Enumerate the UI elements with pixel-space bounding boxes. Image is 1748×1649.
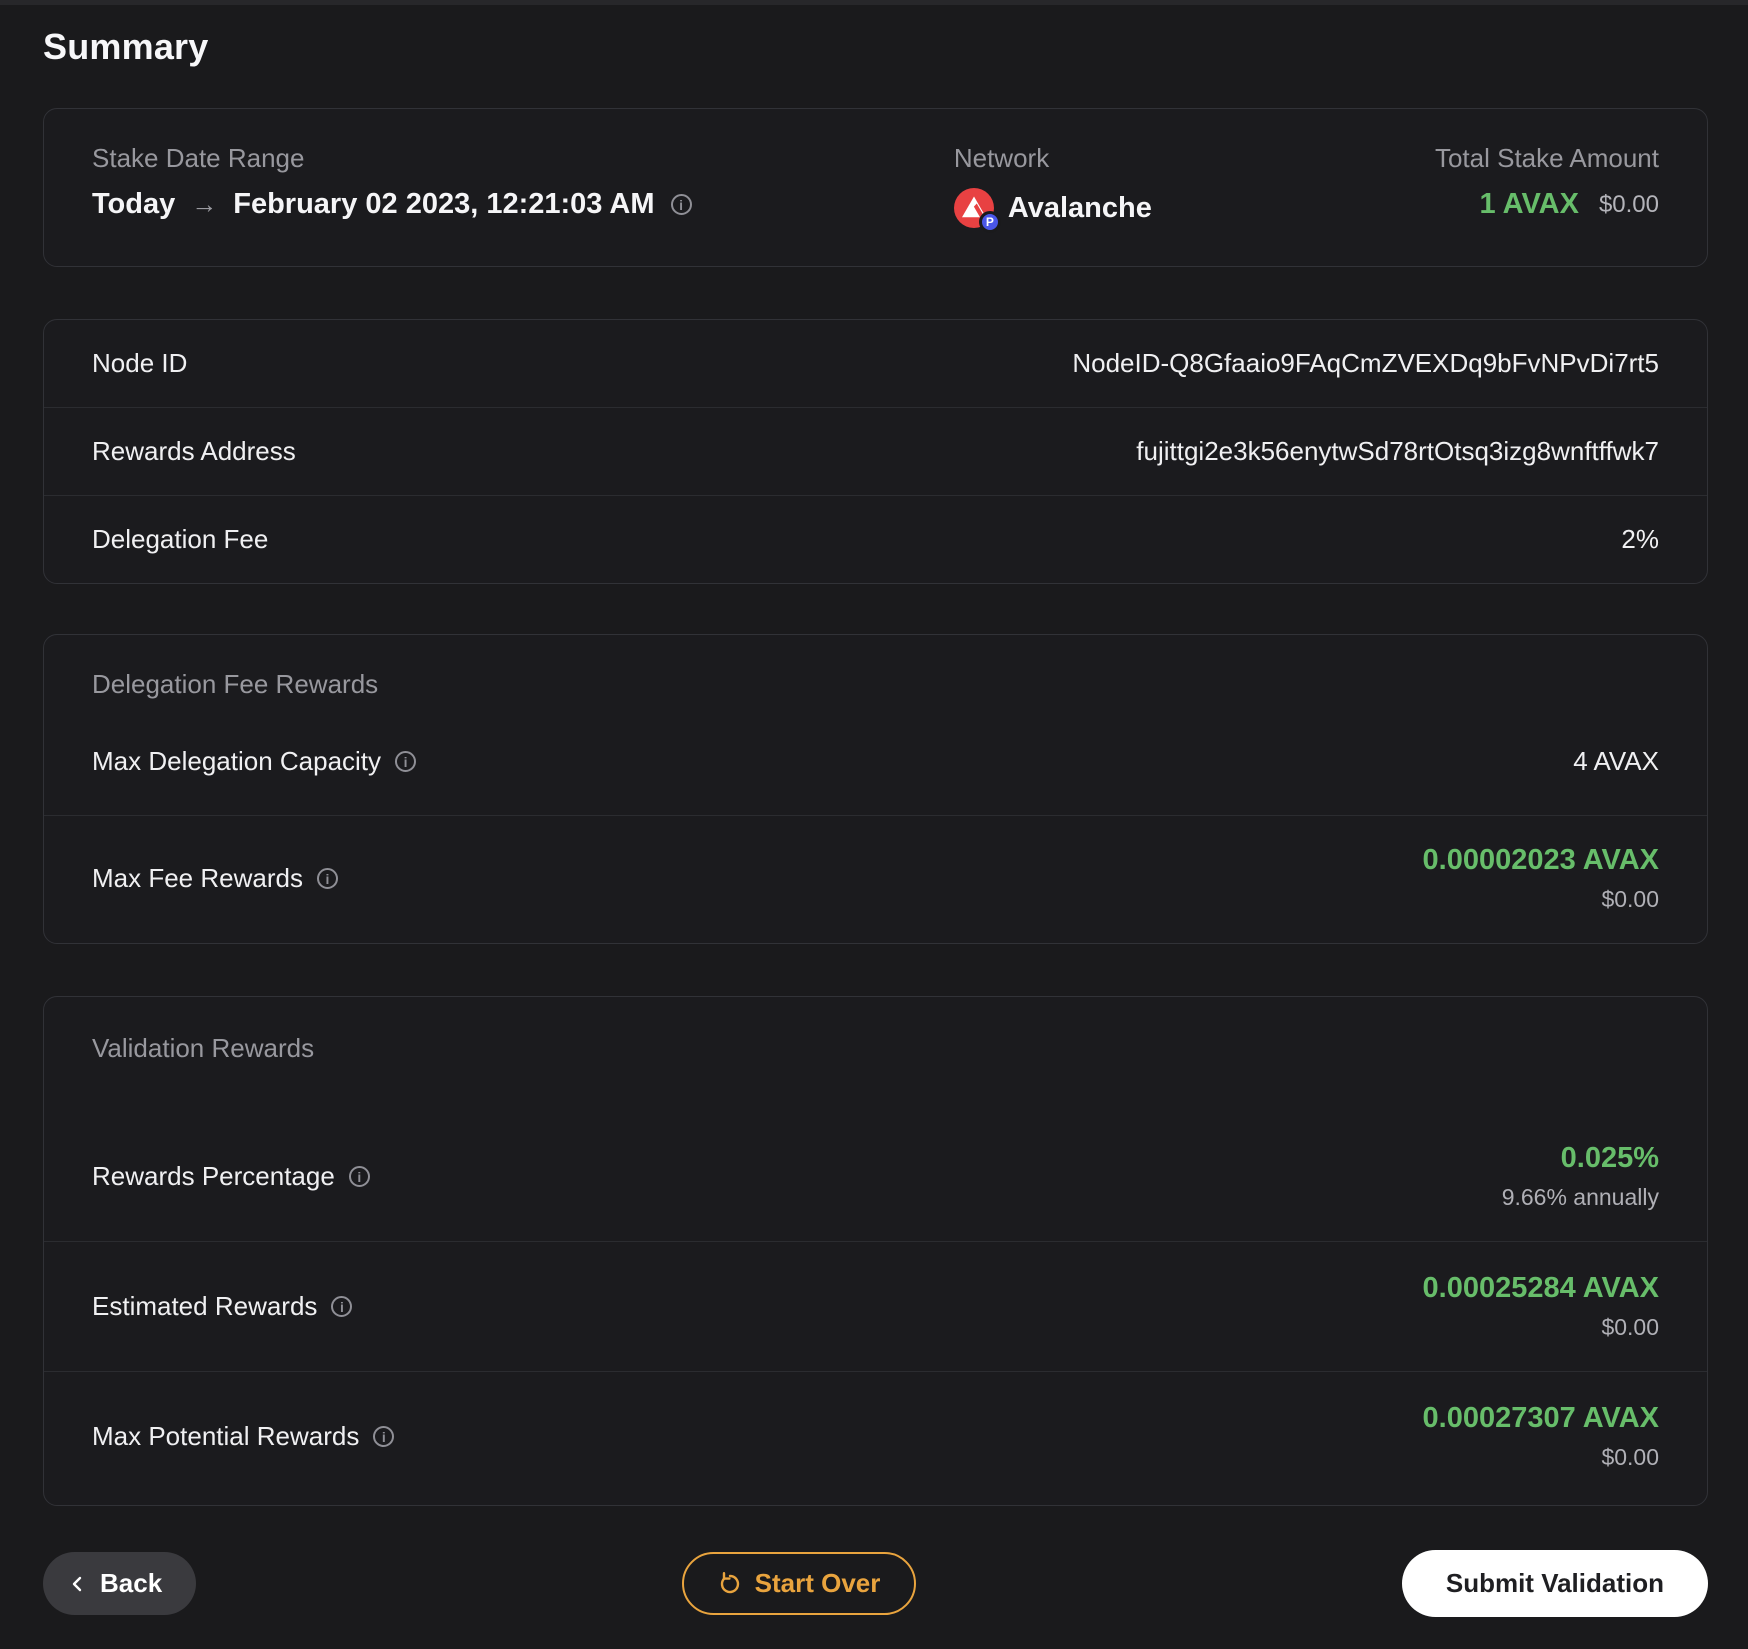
rewards-percentage-value-stack: 0.025% 9.66% annually — [1502, 1142, 1659, 1211]
info-icon[interactable]: i — [316, 868, 338, 889]
avalanche-icon: P — [953, 188, 1001, 233]
stake-date-from: Today — [92, 188, 176, 220]
page-title: Summary — [43, 26, 209, 67]
max-delegation-capacity-text: Max Delegation Capacity — [92, 746, 382, 776]
delegation-fee-rewards-card: Delegation Fee Rewards Max Delegation Ca… — [43, 634, 1708, 944]
max-potential-rewards-label: Max Potential Rewards i — [92, 1421, 395, 1452]
network: Network P Avalanche — [953, 143, 1435, 233]
node-id-row: Node ID NodeID-Q8Gfaaio9FAqCmZVEXDq9bFvN… — [44, 320, 1707, 407]
delegation-fee-label: Delegation Fee — [92, 524, 269, 554]
total-stake-usd: $0.00 — [1598, 190, 1659, 218]
info-icon[interactable]: i — [348, 1166, 370, 1187]
info-icon[interactable]: i — [395, 751, 417, 772]
node-id-value: NodeID-Q8Gfaaio9FAqCmZVEXDq9bFvNPvDi7rt5 — [1072, 348, 1659, 378]
estimated-rewards-value: 0.00025284 AVAX — [1422, 1272, 1659, 1304]
rewards-address-label: Rewards Address — [92, 436, 296, 466]
estimated-rewards-label: Estimated Rewards i — [92, 1291, 353, 1322]
top-edge-divider — [0, 0, 1748, 5]
max-fee-rewards-value-stack: 0.00002023 AVAX $0.00 — [1423, 844, 1659, 913]
arrow-right-icon: → — [191, 189, 218, 219]
max-delegation-capacity-label: Max Delegation Capacity i — [92, 746, 417, 777]
validation-rewards-card: Validation Rewards Rewards Percentage i … — [43, 996, 1708, 1506]
footer-actions: Back Start Over Submit Validation — [43, 1550, 1708, 1617]
max-potential-rewards-value: 0.00027307 AVAX — [1422, 1402, 1659, 1434]
estimated-rewards-text: Estimated Rewards — [92, 1291, 318, 1321]
estimated-rewards-row: Estimated Rewards i 0.00025284 AVAX $0.0… — [44, 1241, 1707, 1371]
max-fee-rewards-text: Max Fee Rewards — [92, 863, 303, 893]
total-stake-amount: 1 AVAX — [1479, 188, 1579, 220]
max-fee-rewards-value: 0.00002023 AVAX — [1422, 844, 1659, 876]
rewards-percentage-text: Rewards Percentage — [92, 1161, 335, 1191]
back-button-label: Back — [100, 1568, 163, 1598]
submit-validation-button-label: Submit Validation — [1445, 1568, 1664, 1598]
rewards-percentage-label: Rewards Percentage i — [92, 1161, 370, 1192]
max-delegation-capacity-row: Max Delegation Capacity i 4 AVAX — [44, 746, 1707, 815]
estimated-rewards-usd: $0.00 — [1601, 1314, 1659, 1340]
submit-validation-button[interactable]: Submit Validation — [1401, 1550, 1708, 1617]
stake-date-to: February 02 2023, 12:21:03 AM — [233, 188, 655, 220]
max-delegation-capacity-value: 4 AVAX — [1573, 746, 1659, 776]
network-label: Network — [953, 143, 1050, 173]
max-fee-rewards-row: Max Fee Rewards i 0.00002023 AVAX $0.00 — [44, 815, 1707, 943]
total-stake: Total Stake Amount 1 AVAX $0.00 — [1435, 143, 1659, 221]
network-name: Avalanche — [1007, 191, 1152, 224]
node-details-card: Node ID NodeID-Q8Gfaaio9FAqCmZVEXDq9bFvN… — [43, 319, 1708, 584]
max-fee-rewards-usd: $0.00 — [1601, 886, 1659, 912]
stake-overview-card: Stake Date Range Today → February 02 202… — [43, 108, 1708, 267]
summary-page: Summary Stake Date Range Today → Februar… — [0, 0, 1748, 1649]
restart-icon — [720, 1571, 739, 1593]
max-potential-rewards-row: Max Potential Rewards i 0.00027307 AVAX … — [44, 1371, 1707, 1501]
stake-date-range: Stake Date Range Today → February 02 202… — [92, 143, 954, 221]
rewards-address-row: Rewards Address fujittgi2e3k56enytwSd78r… — [44, 407, 1707, 495]
rewards-address-value: fujittgi2e3k56enytwSd78rtOtsq3izg8wnftff… — [1136, 436, 1659, 466]
p-chain-badge-icon: P — [978, 211, 1001, 233]
back-button[interactable]: Back — [43, 1552, 197, 1615]
stake-date-range-value: Today → February 02 2023, 12:21:03 AM i — [92, 188, 954, 221]
start-over-button-label: Start Over — [754, 1568, 881, 1598]
node-id-label: Node ID — [92, 348, 188, 378]
stake-date-range-label: Stake Date Range — [92, 143, 305, 173]
validation-rewards-header: Validation Rewards — [92, 1033, 315, 1063]
info-icon[interactable]: i — [670, 194, 692, 215]
delegation-fee-value: 2% — [1621, 524, 1659, 554]
info-icon[interactable]: i — [373, 1426, 395, 1447]
estimated-rewards-value-stack: 0.00025284 AVAX $0.00 — [1423, 1272, 1659, 1341]
network-value: P Avalanche — [953, 188, 1435, 233]
rewards-percentage-annual: 9.66% annually — [1501, 1184, 1659, 1210]
chevron-left-icon — [72, 1576, 82, 1591]
rewards-percentage-value: 0.025% — [1560, 1142, 1659, 1174]
max-fee-rewards-label: Max Fee Rewards i — [92, 863, 338, 894]
max-potential-rewards-text: Max Potential Rewards — [92, 1421, 360, 1451]
max-potential-rewards-value-stack: 0.00027307 AVAX $0.00 — [1423, 1402, 1659, 1471]
max-potential-rewards-usd: $0.00 — [1601, 1444, 1659, 1470]
total-stake-value: 1 AVAX $0.00 — [1435, 188, 1659, 221]
rewards-percentage-row: Rewards Percentage i 0.025% 9.66% annual… — [44, 1112, 1707, 1241]
delegation-fee-rewards-header: Delegation Fee Rewards — [92, 669, 379, 699]
total-stake-label: Total Stake Amount — [1434, 143, 1659, 173]
start-over-button[interactable]: Start Over — [681, 1552, 917, 1615]
delegation-fee-row: Delegation Fee 2% — [44, 495, 1707, 583]
info-icon[interactable]: i — [331, 1296, 353, 1317]
